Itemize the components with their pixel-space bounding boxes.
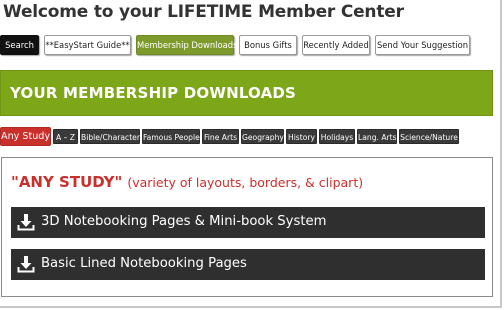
section-title: "ANY STUDY" bbox=[11, 173, 123, 191]
category-lang-arts[interactable]: Lang. Arts bbox=[357, 129, 397, 144]
download-icon bbox=[17, 214, 35, 231]
download-label: Basic Lined Notebooking Pages bbox=[41, 256, 247, 271]
category-science-nature[interactable]: Science/Nature bbox=[399, 129, 459, 144]
category-bible-character[interactable]: Bible/Character bbox=[80, 129, 140, 144]
recently-added-button[interactable]: Recently Added bbox=[302, 35, 370, 55]
download-item[interactable]: Basic Lined Notebooking Pages bbox=[11, 249, 485, 280]
download-icon bbox=[17, 256, 35, 273]
section-subtitle: (variety of layouts, borders, & clipart) bbox=[127, 175, 364, 190]
download-item[interactable]: 3D Notebooking Pages & Mini-book System bbox=[11, 207, 485, 238]
category-fine-arts[interactable]: Fine Arts bbox=[202, 129, 239, 144]
category-holidays[interactable]: Holidays bbox=[319, 129, 355, 144]
banner-title: YOUR MEMBERSHIP DOWNLOADS bbox=[10, 84, 297, 102]
category-famous-people[interactable]: Famous People bbox=[142, 129, 200, 144]
category-geography[interactable]: Geography bbox=[241, 129, 284, 144]
search-button[interactable]: Search bbox=[0, 35, 39, 55]
bonus-gifts-button[interactable]: Bonus Gifts bbox=[239, 35, 297, 55]
category-any-study[interactable]: Any Study bbox=[0, 127, 51, 146]
membership-downloads-button[interactable]: Membership Downloads bbox=[136, 35, 237, 55]
category-a-z[interactable]: A – Z bbox=[53, 129, 78, 144]
section-heading: "ANY STUDY" (variety of layouts, borders,… bbox=[11, 173, 363, 192]
downloads-banner: YOUR MEMBERSHIP DOWNLOADS bbox=[0, 70, 493, 116]
download-label: 3D Notebooking Pages & Mini-book System bbox=[41, 214, 327, 229]
easystart-guide-button[interactable]: **EasyStart Guide** bbox=[44, 35, 131, 55]
downloads-panel: "ANY STUDY" (variety of layouts, borders,… bbox=[1, 157, 493, 297]
send-suggestion-button[interactable]: Send Your Suggestion bbox=[375, 35, 470, 55]
category-history[interactable]: History bbox=[286, 129, 317, 144]
page-title: Welcome to your LIFETIME Member Center bbox=[3, 2, 404, 22]
